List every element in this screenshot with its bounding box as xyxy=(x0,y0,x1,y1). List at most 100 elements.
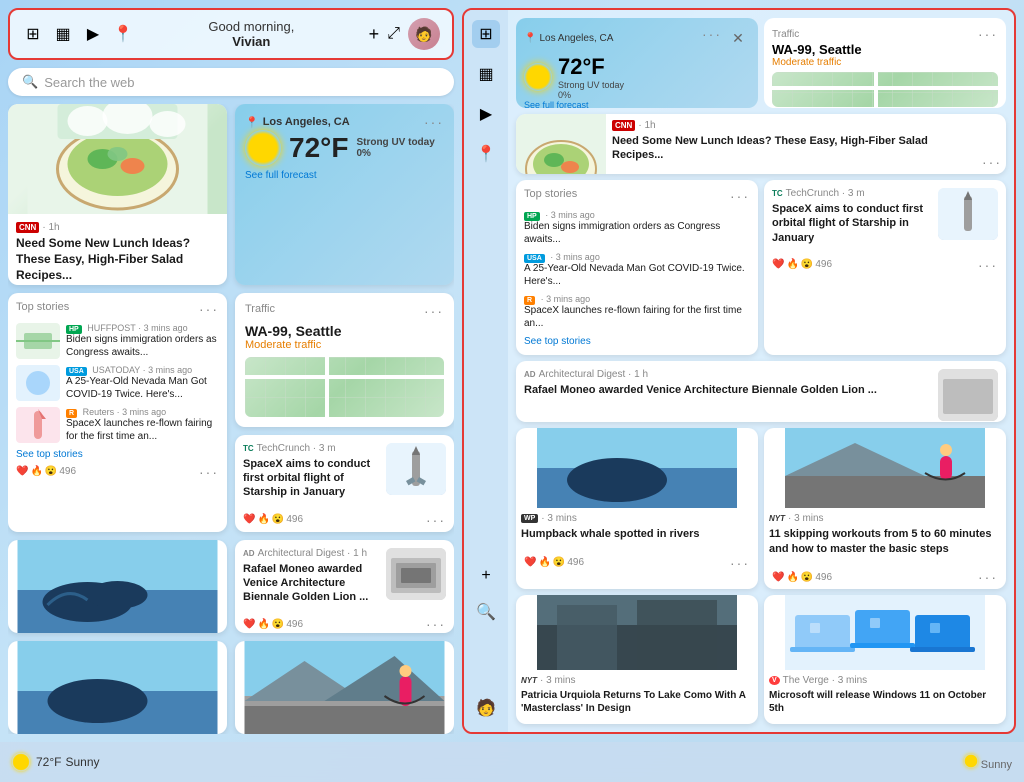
right-avatar[interactable]: 🧑 xyxy=(472,694,500,722)
right-arch-source-row: AD Architectural Digest · 1 h xyxy=(524,369,930,380)
weather-menu[interactable]: ··· xyxy=(424,114,444,130)
spacex-reactions: ❤️🔥😮 496 xyxy=(243,514,303,525)
right-traffic-dots[interactable]: ··· xyxy=(978,26,998,42)
top-stories-dots[interactable]: ··· xyxy=(199,464,219,480)
taskbar-left: 72°F Sunny xyxy=(12,753,100,771)
right-skipping-dots[interactable]: ··· xyxy=(978,569,998,585)
right-whale-dots[interactable]: ··· xyxy=(730,555,750,571)
right-plus-icon[interactable]: + xyxy=(472,562,500,590)
right-zoom-icon[interactable]: 🔍 xyxy=(472,598,500,626)
right-salad-card[interactable]: CNN · 1h Need Some New Lunch Ideas? Thes… xyxy=(516,114,1006,174)
salad-card[interactable]: CNN · 1h Need Some New Lunch Ideas? Thes… xyxy=(8,104,227,284)
weather-location: 📍 Los Angeles, CA xyxy=(245,116,350,129)
right-top-stories: Top stories ··· HP · 3 mins ago Biden si… xyxy=(516,180,758,355)
skipping-card[interactable]: NYT The New York Times · 20 mins 11 skip… xyxy=(235,641,454,734)
right-windows-card[interactable]: V The Verge · 3 mins Microsoft will rele… xyxy=(764,595,1006,724)
right-spacex-card[interactable]: TC TechCrunch · 3 m SpaceX aims to condu… xyxy=(764,180,1006,355)
right-arch-title: Rafael Moneo awarded Venice Architecture… xyxy=(524,383,930,397)
rain-detail: 0% xyxy=(356,148,434,159)
right-uv: Strong UV today xyxy=(558,80,624,90)
right-top-stories-dots[interactable]: ··· xyxy=(730,188,750,204)
news-icon[interactable]: ▦ xyxy=(52,23,74,45)
spacex-footer: ❤️🔥😮 496 ··· xyxy=(235,508,454,532)
right-bottom-row: NYT · 3 mins Patricia Urquiola Returns T… xyxy=(516,595,1006,724)
traffic-location: WA-99, Seattle xyxy=(245,323,444,339)
right-temp: 72°F xyxy=(558,54,624,80)
right-traffic-status: Moderate traffic xyxy=(772,57,998,68)
right-story-2[interactable]: USA · 3 mins ago A 25-Year-Old Nevada Ma… xyxy=(524,252,750,288)
weather-forecast-link[interactable]: See full forecast xyxy=(245,170,444,181)
archdigest-badge: AD xyxy=(243,549,255,558)
right-forecast-link[interactable]: See full forecast xyxy=(524,100,750,110)
story-item-3[interactable]: R Reuters · 3 mins ago SpaceX launches r… xyxy=(16,407,219,443)
spacex-menu[interactable]: ··· xyxy=(426,512,446,528)
right-map-road-v xyxy=(874,72,878,107)
location-icon[interactable]: 📍 xyxy=(112,23,134,45)
whale-card-2[interactable]: WP · 3 mins Humpback whale spotted in ri… xyxy=(8,641,227,734)
right-home-icon[interactable]: ⊞ xyxy=(472,20,500,48)
right-spacex-thumb xyxy=(938,188,998,240)
story-item-2[interactable]: USA USATODAY · 3 mins ago A 25-Year-Old … xyxy=(16,365,219,401)
search-bar[interactable]: 🔍 Search the web xyxy=(8,68,454,96)
home-icon[interactable]: ⊞ xyxy=(22,23,44,45)
right-location-icon[interactable]: 📍 xyxy=(472,140,500,168)
right-story-source-2: USA · 3 mins ago xyxy=(524,252,750,262)
spacex-source: TechCrunch · 3 m xyxy=(257,443,336,454)
right-arch-source: Architectural Digest · 1 h xyxy=(539,369,649,380)
arch-thumb xyxy=(386,548,446,600)
spacex-thumb xyxy=(386,443,446,495)
right-weather-dots[interactable]: ··· xyxy=(702,26,722,50)
right-skipping-card[interactable]: NYT · 3 mins 11 skipping workouts from 5… xyxy=(764,428,1006,589)
right-salad-title: Need Some New Lunch Ideas? These Easy, H… xyxy=(612,134,972,163)
map-road-v xyxy=(325,357,329,417)
story-title-3: SpaceX launches re-flown fairing for the… xyxy=(66,417,219,443)
traffic-status: Moderate traffic xyxy=(245,339,444,351)
arch-reactions: ❤️🔥😮 496 xyxy=(243,619,303,630)
right-patricia-card[interactable]: NYT · 3 mins Patricia Urquiola Returns T… xyxy=(516,595,758,724)
right-sun-icon xyxy=(524,63,552,91)
right-news-icon[interactable]: ▦ xyxy=(472,60,500,88)
right-location-pin: 📍 xyxy=(524,33,536,44)
whale-card[interactable]: WP The Washington Post · 3 mins Humpback… xyxy=(8,540,227,633)
right-traffic-label: Traffic xyxy=(772,29,799,40)
arch-footer: ❤️🔥😮 496 ··· xyxy=(235,612,454,632)
story-item-1[interactable]: HP HUFFPOST · 3 mins ago Biden signs imm… xyxy=(16,323,219,359)
right-story-source-1: HP · 3 mins ago xyxy=(524,210,750,220)
add-icon[interactable]: + xyxy=(369,24,380,45)
right-salad-image xyxy=(516,114,606,174)
right-arch-text: AD Architectural Digest · 1 h Rafael Mon… xyxy=(524,369,930,397)
right-salad-dots[interactable]: ··· xyxy=(982,154,1002,170)
architecture-card[interactable]: AD Architectural Digest · 1 h Rafael Mon… xyxy=(235,540,454,633)
arch-menu[interactable]: ··· xyxy=(426,616,446,632)
arch-title: Rafael Moneo awarded Venice Architecture… xyxy=(243,562,378,605)
traffic-menu[interactable]: ··· xyxy=(424,303,444,319)
right-whale-title: Humpback whale spotted in rivers xyxy=(521,527,753,541)
right-panel-inner: ⊞ ▦ ▶ 📍 + 🔍 🧑 📍 xyxy=(462,8,1016,734)
avatar[interactable]: 🧑 xyxy=(408,18,440,50)
right-see-top-stories[interactable]: See top stories xyxy=(524,336,750,347)
expand-icon[interactable]: ⤢ xyxy=(387,25,400,43)
techcrunch-badge: TC xyxy=(243,444,254,453)
taskbar-sunny-right: Sunny xyxy=(964,754,1012,771)
right-arch-card[interactable]: AD Architectural Digest · 1 h Rafael Mon… xyxy=(516,361,1006,422)
right-traffic-map xyxy=(772,72,998,107)
right-story-1[interactable]: HP · 3 mins ago Biden signs immigration … xyxy=(524,210,750,246)
traffic-card: Traffic ··· WA-99, Seattle Moderate traf… xyxy=(235,293,454,427)
right-whale-card[interactable]: WP · 3 mins Humpback whale spotted in ri… xyxy=(516,428,758,589)
right-story-3[interactable]: R · 3 mins ago SpaceX launches re-flown … xyxy=(524,294,750,330)
right-weather-loc: Los Angeles, CA xyxy=(539,33,613,44)
see-top-stories-link[interactable]: See top stories xyxy=(16,449,219,460)
spacex-card[interactable]: TC TechCrunch · 3 m SpaceX aims to condu… xyxy=(235,435,454,532)
right-spacex-reactions: ❤️🔥😮 496 xyxy=(772,259,832,270)
right-skipping-content: NYT · 3 mins 11 skipping workouts from 5… xyxy=(764,508,1006,565)
video-icon[interactable]: ▶ xyxy=(82,23,104,45)
map-road-h xyxy=(245,375,444,379)
whale-image xyxy=(8,540,227,633)
right-weather-close[interactable]: ✕ xyxy=(726,26,750,50)
right-video-icon[interactable]: ▶ xyxy=(472,100,500,128)
top-stories-menu[interactable]: ··· xyxy=(199,301,219,317)
right-story-text-1: HP · 3 mins ago Biden signs immigration … xyxy=(524,210,750,246)
right-spacex-dots[interactable]: ··· xyxy=(978,257,998,273)
right-patricia-image xyxy=(516,595,758,670)
right-landscape-row: WP · 3 mins Humpback whale spotted in ri… xyxy=(516,428,1006,589)
